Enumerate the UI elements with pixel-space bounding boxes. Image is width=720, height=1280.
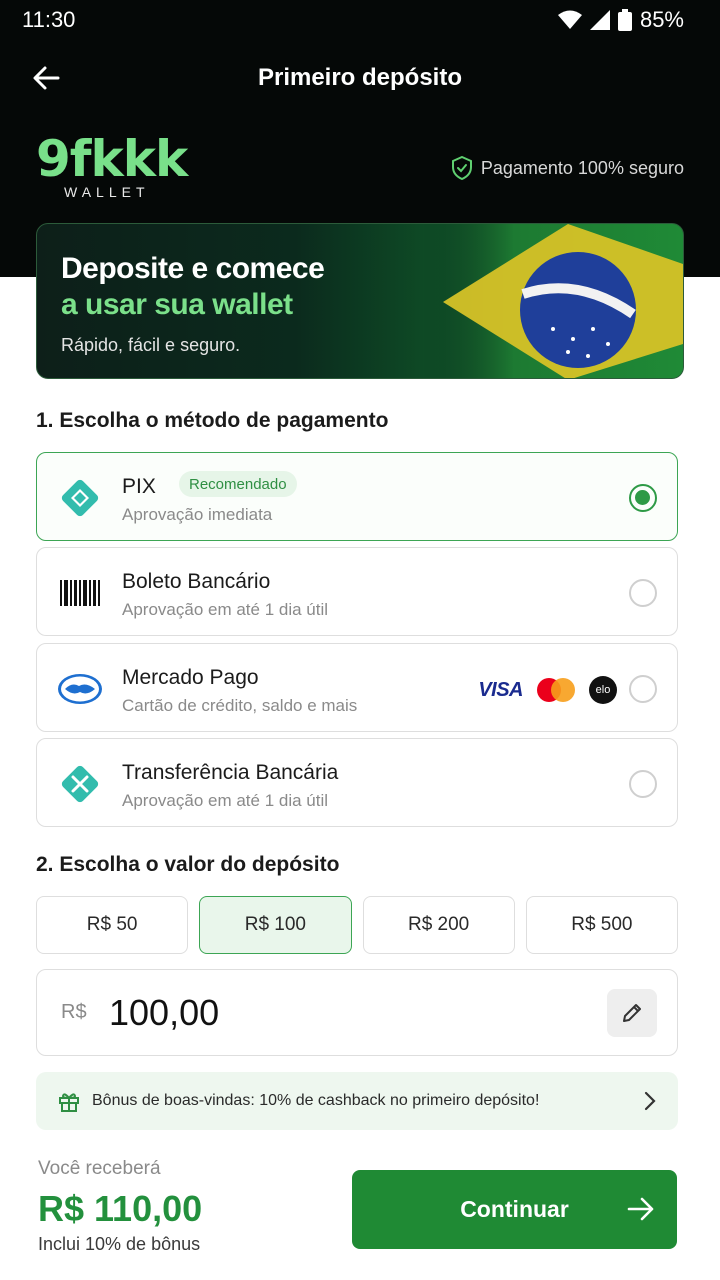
promo-banner: Deposite e comece a usar sua wallet Rápi…	[36, 223, 684, 379]
bonus-note: Inclui 10% de bônus	[38, 1234, 201, 1254]
page-title: Primeiro depósito	[257, 64, 463, 91]
brazil-flag-icon	[423, 224, 683, 378]
pix-icon	[57, 475, 103, 521]
payment-method-pix[interactable]: PIX Recomendado Aprovação imediata	[36, 452, 678, 541]
banner-subtitle: Rápido, fácil e seguro.	[61, 335, 241, 355]
method-desc: Cartão de crédito, saldo e mais	[122, 696, 358, 715]
amount-option-50[interactable]: R$ 50	[36, 896, 189, 954]
edit-amount-button[interactable]	[607, 989, 657, 1037]
currency-prefix: R$	[61, 1001, 87, 1023]
method-desc: Aprovação imediata	[122, 505, 273, 524]
method-radio[interactable]	[629, 675, 657, 703]
payment-method-bank-transfer[interactable]: Transferência Bancária Aprovação em até …	[36, 738, 678, 827]
battery-icon	[617, 9, 632, 31]
shield-check-icon	[451, 156, 472, 180]
brand-logo-text: 9fkkk	[36, 130, 188, 188]
visa-logo: VISA	[478, 678, 523, 701]
method-name: PIX	[122, 475, 156, 498]
elo-logo: elo	[589, 676, 617, 704]
amount-options: R$ 50 R$ 100 R$ 200 R$ 500	[36, 896, 678, 954]
welcome-bonus-banner[interactable]: Bônus de boas-vindas: 10% de cashback no…	[36, 1072, 678, 1130]
method-desc: Aprovação em até 1 dia útil	[122, 600, 329, 619]
payment-method-mercado-pago[interactable]: Mercado Pago Cartão de crédito, saldo e …	[36, 643, 678, 732]
brand-logo: 9fkkk WALLET	[36, 130, 188, 200]
recommended-badge: Recomendado	[179, 471, 297, 497]
step1-title: 1. Escolha o método de pagamento	[36, 409, 389, 432]
method-name: Boleto Bancário	[122, 570, 271, 593]
receive-summary: Você receberá R$ 110,00 Inclui 10% de bô…	[38, 1158, 202, 1255]
payment-method-boleto[interactable]: Boleto Bancário Aprovação em até 1 dia ú…	[36, 547, 678, 636]
wifi-icon	[557, 10, 582, 29]
accepted-cards: VISA elo	[478, 676, 617, 704]
continue-label: Continuar	[460, 1196, 569, 1222]
receive-label: Você receberá	[38, 1158, 161, 1179]
method-name: Transferência Bancária	[122, 761, 339, 784]
deposit-value-field: R$	[36, 969, 678, 1056]
deposit-amount-input[interactable]	[109, 992, 529, 1034]
continue-button[interactable]: Continuar	[352, 1170, 677, 1249]
chevron-right-icon	[644, 1091, 656, 1111]
secure-payment-note: Pagamento 100% seguro	[451, 156, 684, 180]
banner-headline-2: a usar sua wallet	[61, 288, 293, 321]
handshake-icon	[57, 666, 103, 712]
receive-total: R$ 110,00	[38, 1188, 203, 1229]
status-icons: 85%	[557, 7, 684, 33]
back-arrow-icon[interactable]	[30, 62, 62, 94]
method-radio[interactable]	[629, 770, 657, 798]
secure-payment-text: Pagamento 100% seguro	[480, 157, 684, 178]
transfer-icon	[57, 761, 103, 807]
method-desc: Aprovação em até 1 dia útil	[122, 791, 329, 810]
amount-option-100[interactable]: R$ 100	[199, 896, 352, 954]
battery-level: 85%	[639, 7, 684, 32]
step2-title: 2. Escolha o valor do depósito	[36, 853, 340, 876]
method-radio[interactable]	[629, 484, 657, 512]
method-radio[interactable]	[629, 579, 657, 607]
amount-option-500[interactable]: R$ 500	[525, 896, 678, 954]
banner-headline-1: Deposite e comece	[61, 252, 325, 285]
barcode-icon	[57, 570, 103, 616]
gift-icon	[58, 1090, 80, 1112]
status-bar: 11:30 85%	[0, 0, 720, 40]
arrow-right-icon	[627, 1197, 654, 1221]
bonus-text: Bônus de boas-vindas: 10% de cashback no…	[92, 1092, 540, 1109]
status-time: 11:30	[22, 7, 76, 32]
method-name: Mercado Pago	[122, 666, 259, 689]
app-bar: Primeiro depósito	[0, 48, 720, 108]
mastercard-logo	[537, 678, 575, 702]
pencil-icon	[623, 1004, 641, 1022]
amount-option-200[interactable]: R$ 200	[362, 896, 515, 954]
signal-icon	[589, 10, 610, 30]
